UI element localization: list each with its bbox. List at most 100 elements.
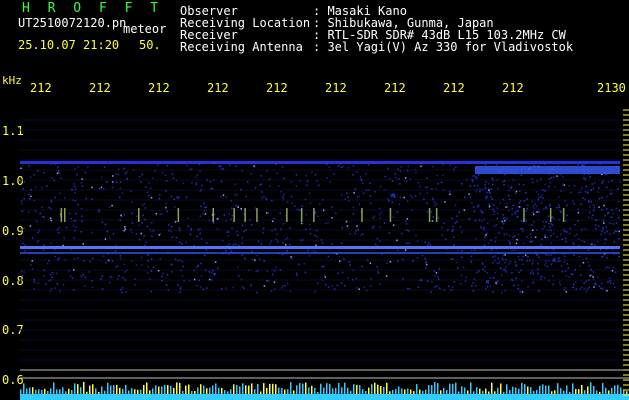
noise-dot bbox=[568, 185, 570, 187]
noise-dot bbox=[484, 163, 487, 166]
noise-dot bbox=[543, 208, 545, 210]
noise-dot bbox=[486, 286, 489, 288]
noise-dot bbox=[537, 193, 540, 195]
noise-dot bbox=[424, 186, 427, 189]
noise-dot bbox=[577, 211, 580, 214]
noise-dot bbox=[560, 211, 562, 213]
noise-dot bbox=[112, 181, 115, 184]
level-spike bbox=[236, 384, 238, 394]
noise-dot bbox=[144, 218, 146, 221]
noise-dot bbox=[159, 258, 162, 260]
noise-dot bbox=[174, 258, 177, 261]
noise-dot bbox=[589, 274, 591, 277]
noise-dot bbox=[132, 169, 135, 171]
noise-dot bbox=[453, 281, 455, 283]
noise-dot bbox=[74, 200, 77, 202]
noise-dot bbox=[540, 243, 542, 246]
noise-dot bbox=[387, 198, 389, 200]
level-spike bbox=[494, 391, 496, 394]
noise-dot bbox=[455, 166, 457, 169]
level-spike bbox=[347, 387, 349, 394]
noise-dot bbox=[613, 223, 615, 225]
level-spike bbox=[23, 383, 25, 394]
meteor-echo bbox=[428, 208, 431, 222]
noise-dot bbox=[425, 267, 427, 269]
noise-dot bbox=[617, 188, 619, 190]
noise-dot bbox=[199, 215, 202, 217]
noise-dot bbox=[356, 225, 358, 227]
noise-dot bbox=[73, 183, 75, 185]
level-spike bbox=[440, 390, 442, 394]
noise-dot bbox=[302, 239, 304, 241]
level-spike bbox=[254, 389, 256, 394]
noise-dot bbox=[65, 226, 68, 229]
noise-dot bbox=[290, 258, 293, 260]
noise-dot bbox=[586, 288, 589, 291]
noise-dot bbox=[275, 266, 277, 269]
noise-dot bbox=[518, 183, 520, 185]
date-time: 25.10.07 21:20 bbox=[18, 38, 120, 52]
noise-dot bbox=[520, 220, 523, 222]
noise-dot bbox=[161, 213, 163, 215]
noise-dot bbox=[595, 227, 597, 230]
noise-dot bbox=[490, 196, 492, 198]
noise-dot bbox=[475, 237, 477, 240]
noise-dot bbox=[261, 197, 263, 199]
noise-dot bbox=[503, 233, 506, 236]
noise-dot bbox=[522, 230, 524, 233]
level-spike bbox=[491, 382, 493, 394]
noise-dot bbox=[33, 288, 35, 290]
noise-dot bbox=[507, 206, 509, 208]
noise-dot bbox=[397, 168, 399, 171]
noise-dot bbox=[535, 191, 537, 193]
noise-dot bbox=[583, 241, 585, 243]
noise-dot bbox=[517, 255, 520, 258]
noise-dot bbox=[591, 243, 594, 246]
level-spike bbox=[224, 390, 226, 394]
noise-dot bbox=[195, 266, 198, 269]
noise-dot bbox=[337, 272, 339, 275]
noise-dot bbox=[557, 196, 560, 198]
noise-dot bbox=[487, 280, 490, 282]
noise-dot bbox=[314, 234, 316, 237]
noise-dot bbox=[167, 289, 170, 291]
level-spike bbox=[611, 388, 613, 394]
noise-dot bbox=[187, 225, 190, 227]
file-name: UT2510072120.pn bbox=[18, 16, 127, 30]
level-spike bbox=[311, 385, 313, 394]
noise-dot bbox=[442, 189, 445, 191]
noise-dot bbox=[22, 227, 25, 230]
noise-dot bbox=[410, 194, 412, 196]
noise-dot bbox=[352, 206, 355, 209]
noise-dot bbox=[213, 179, 215, 181]
noise-dot bbox=[483, 244, 486, 246]
noise-dot bbox=[24, 244, 26, 246]
noise-dot bbox=[548, 185, 550, 188]
noise-dot bbox=[73, 269, 75, 271]
noise-dot bbox=[606, 186, 608, 189]
noise-dot bbox=[593, 209, 595, 212]
noise-dot bbox=[204, 206, 206, 209]
noise-dot bbox=[544, 264, 546, 266]
noise-dot bbox=[28, 165, 30, 168]
level-spike bbox=[56, 389, 58, 394]
noise-dot bbox=[308, 192, 311, 194]
noise-dot bbox=[145, 186, 147, 188]
noise-dot bbox=[481, 262, 484, 264]
noise-dot bbox=[532, 281, 535, 284]
level-spike bbox=[530, 387, 532, 394]
noise-dot bbox=[143, 203, 145, 205]
noise-dot bbox=[237, 204, 239, 207]
level-spike bbox=[206, 388, 208, 394]
noise-dot bbox=[554, 186, 556, 188]
level-spike bbox=[287, 389, 289, 394]
noise-dot bbox=[460, 283, 462, 285]
noise-dot bbox=[187, 217, 189, 220]
noise-dot bbox=[592, 214, 594, 216]
noise-dot bbox=[412, 260, 414, 262]
noise-dot bbox=[56, 172, 59, 174]
noise-dot bbox=[495, 281, 497, 283]
noise-dot bbox=[117, 265, 119, 267]
noise-dot bbox=[57, 170, 60, 172]
noise-dot bbox=[354, 232, 356, 235]
